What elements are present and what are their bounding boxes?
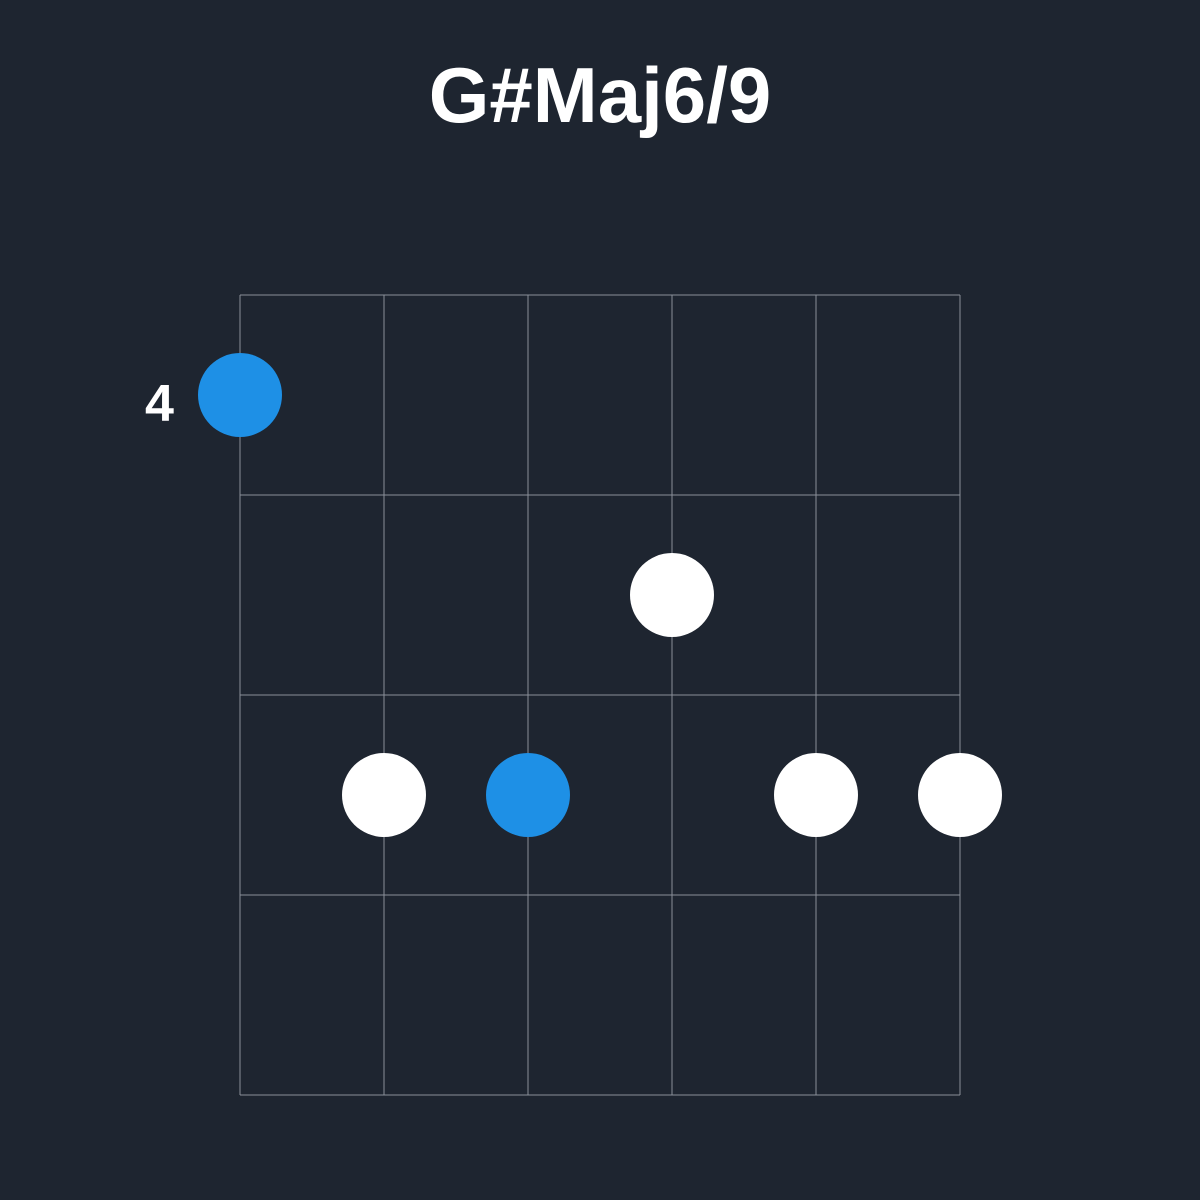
finger-dot-string-3 (486, 753, 570, 837)
starting-fret-label: 4 (145, 374, 174, 434)
finger-dot-string-1 (198, 353, 282, 437)
finger-dot-string-2 (342, 753, 426, 837)
chord-title: G#Maj6/9 (0, 50, 1200, 141)
fretboard-svg (240, 295, 960, 1095)
finger-dot-string-4 (630, 553, 714, 637)
finger-dot-string-5 (774, 753, 858, 837)
finger-dot-string-6 (918, 753, 1002, 837)
chord-diagram: G#Maj6/9 4 (0, 0, 1200, 1200)
fretboard (240, 295, 960, 1095)
